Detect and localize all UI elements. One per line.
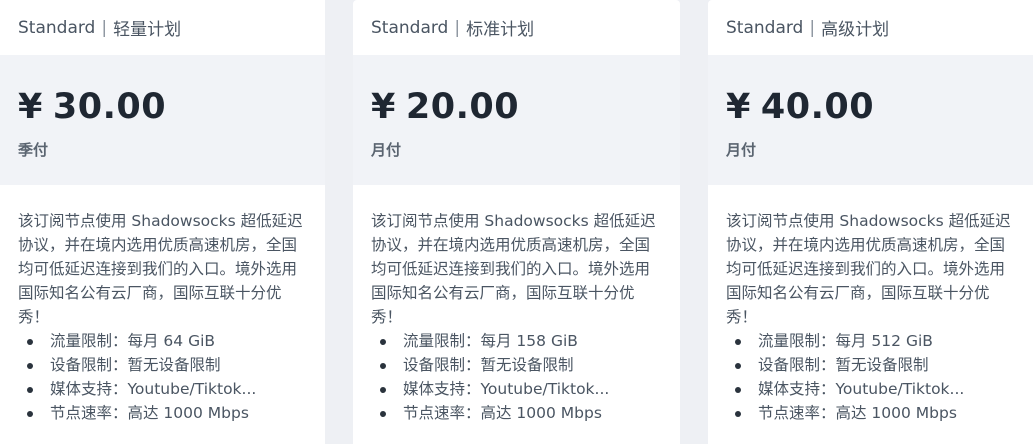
plan-header-separator: |	[454, 17, 461, 38]
plan-description: 该订阅节点使用 Shadowsocks 超低延迟协议，并在境内选用优质高速机房，…	[371, 212, 656, 326]
feature-item-media: 媒体支持：Youtube/Tiktok...	[371, 377, 662, 401]
feature-text: 媒体支持：Youtube/Tiktok...	[758, 380, 965, 398]
plan-card-standard[interactable]: Standard | 标准计划 ¥20.00 月付 该订阅节点使用 Shadow…	[353, 0, 680, 444]
feature-item-speed: 节点速率：高达 1000 Mbps	[371, 401, 662, 425]
feature-text: 流量限制：每月 512 GiB	[758, 332, 933, 350]
plan-tier: Standard	[18, 17, 96, 38]
plan-price: ¥40.00	[726, 85, 1015, 129]
feature-text: 流量限制：每月 158 GiB	[403, 332, 578, 350]
feature-text: 节点速率：高达 1000 Mbps	[50, 404, 249, 422]
plans-grid: Standard | 轻量计划 ¥30.00 季付 该订阅节点使用 Shadow…	[0, 0, 1033, 444]
feature-text: 设备限制：暂无设备限制	[403, 356, 574, 374]
feature-item-devices: 设备限制：暂无设备限制	[726, 353, 1015, 377]
feature-list: 流量限制：每月 512 GiB 设备限制：暂无设备限制 媒体支持：Youtube…	[726, 329, 1015, 425]
bullet-icon	[380, 411, 386, 417]
bullet-icon	[735, 339, 741, 345]
bullet-icon	[380, 363, 386, 369]
plan-description: 该订阅节点使用 Shadowsocks 超低延迟协议，并在境内选用优质高速机房，…	[726, 212, 1011, 326]
plan-header: Standard | 高级计划	[708, 0, 1033, 55]
currency-symbol: ¥	[18, 87, 43, 127]
plan-card-premium[interactable]: Standard | 高级计划 ¥40.00 月付 该订阅节点使用 Shadow…	[708, 0, 1033, 444]
feature-item-speed: 节点速率：高达 1000 Mbps	[18, 401, 307, 425]
bullet-icon	[27, 411, 33, 417]
feature-item-traffic: 流量限制：每月 512 GiB	[726, 329, 1015, 353]
bullet-icon	[27, 387, 33, 393]
price-block: ¥30.00 季付	[0, 55, 325, 185]
plan-header: Standard | 轻量计划	[0, 0, 325, 55]
feature-item-speed: 节点速率：高达 1000 Mbps	[726, 401, 1015, 425]
currency-symbol: ¥	[726, 87, 751, 127]
feature-text: 节点速率：高达 1000 Mbps	[403, 404, 602, 422]
plan-card-light[interactable]: Standard | 轻量计划 ¥30.00 季付 该订阅节点使用 Shadow…	[0, 0, 325, 444]
plan-header-separator: |	[101, 17, 108, 38]
feature-text: 流量限制：每月 64 GiB	[50, 332, 216, 350]
feature-list: 流量限制：每月 64 GiB 设备限制：暂无设备限制 媒体支持：Youtube/…	[18, 329, 307, 425]
feature-item-devices: 设备限制：暂无设备限制	[371, 353, 662, 377]
plan-description: 该订阅节点使用 Shadowsocks 超低延迟协议，并在境内选用优质高速机房，…	[18, 212, 303, 326]
plan-body: 该订阅节点使用 Shadowsocks 超低延迟协议，并在境内选用优质高速机房，…	[353, 185, 680, 425]
plan-header: Standard | 标准计划	[353, 0, 680, 55]
feature-item-devices: 设备限制：暂无设备限制	[18, 353, 307, 377]
plan-tier: Standard	[726, 17, 804, 38]
billing-period: 季付	[18, 141, 49, 159]
feature-list: 流量限制：每月 158 GiB 设备限制：暂无设备限制 媒体支持：Youtube…	[371, 329, 662, 425]
currency-symbol: ¥	[371, 87, 396, 127]
bullet-icon	[27, 339, 33, 345]
plan-name: 高级计划	[821, 20, 890, 40]
bullet-icon	[735, 387, 741, 393]
price-block: ¥20.00 月付	[353, 55, 680, 185]
bullet-icon	[380, 387, 386, 393]
plan-header-separator: |	[809, 17, 816, 38]
bullet-icon	[380, 339, 386, 345]
plan-price: ¥30.00	[18, 85, 307, 129]
feature-text: 设备限制：暂无设备限制	[758, 356, 929, 374]
billing-period: 月付	[371, 141, 402, 159]
price-amount: 40.00	[760, 87, 875, 127]
feature-text: 设备限制：暂无设备限制	[50, 356, 221, 374]
billing-period: 月付	[726, 141, 757, 159]
feature-text: 节点速率：高达 1000 Mbps	[758, 404, 957, 422]
bullet-icon	[735, 363, 741, 369]
feature-item-traffic: 流量限制：每月 158 GiB	[371, 329, 662, 353]
plan-body: 该订阅节点使用 Shadowsocks 超低延迟协议，并在境内选用优质高速机房，…	[0, 185, 325, 425]
plan-tier: Standard	[371, 17, 449, 38]
plan-name: 轻量计划	[113, 20, 182, 40]
plan-name: 标准计划	[466, 20, 535, 40]
feature-text: 媒体支持：Youtube/Tiktok...	[403, 380, 610, 398]
plan-body: 该订阅节点使用 Shadowsocks 超低延迟协议，并在境内选用优质高速机房，…	[708, 185, 1033, 425]
bullet-icon	[735, 411, 741, 417]
price-amount: 30.00	[52, 87, 167, 127]
feature-text: 媒体支持：Youtube/Tiktok...	[50, 380, 257, 398]
feature-item-media: 媒体支持：Youtube/Tiktok...	[18, 377, 307, 401]
plan-price: ¥20.00	[371, 85, 662, 129]
feature-item-traffic: 流量限制：每月 64 GiB	[18, 329, 307, 353]
feature-item-media: 媒体支持：Youtube/Tiktok...	[726, 377, 1015, 401]
price-block: ¥40.00 月付	[708, 55, 1033, 185]
price-amount: 20.00	[405, 87, 520, 127]
bullet-icon	[27, 363, 33, 369]
